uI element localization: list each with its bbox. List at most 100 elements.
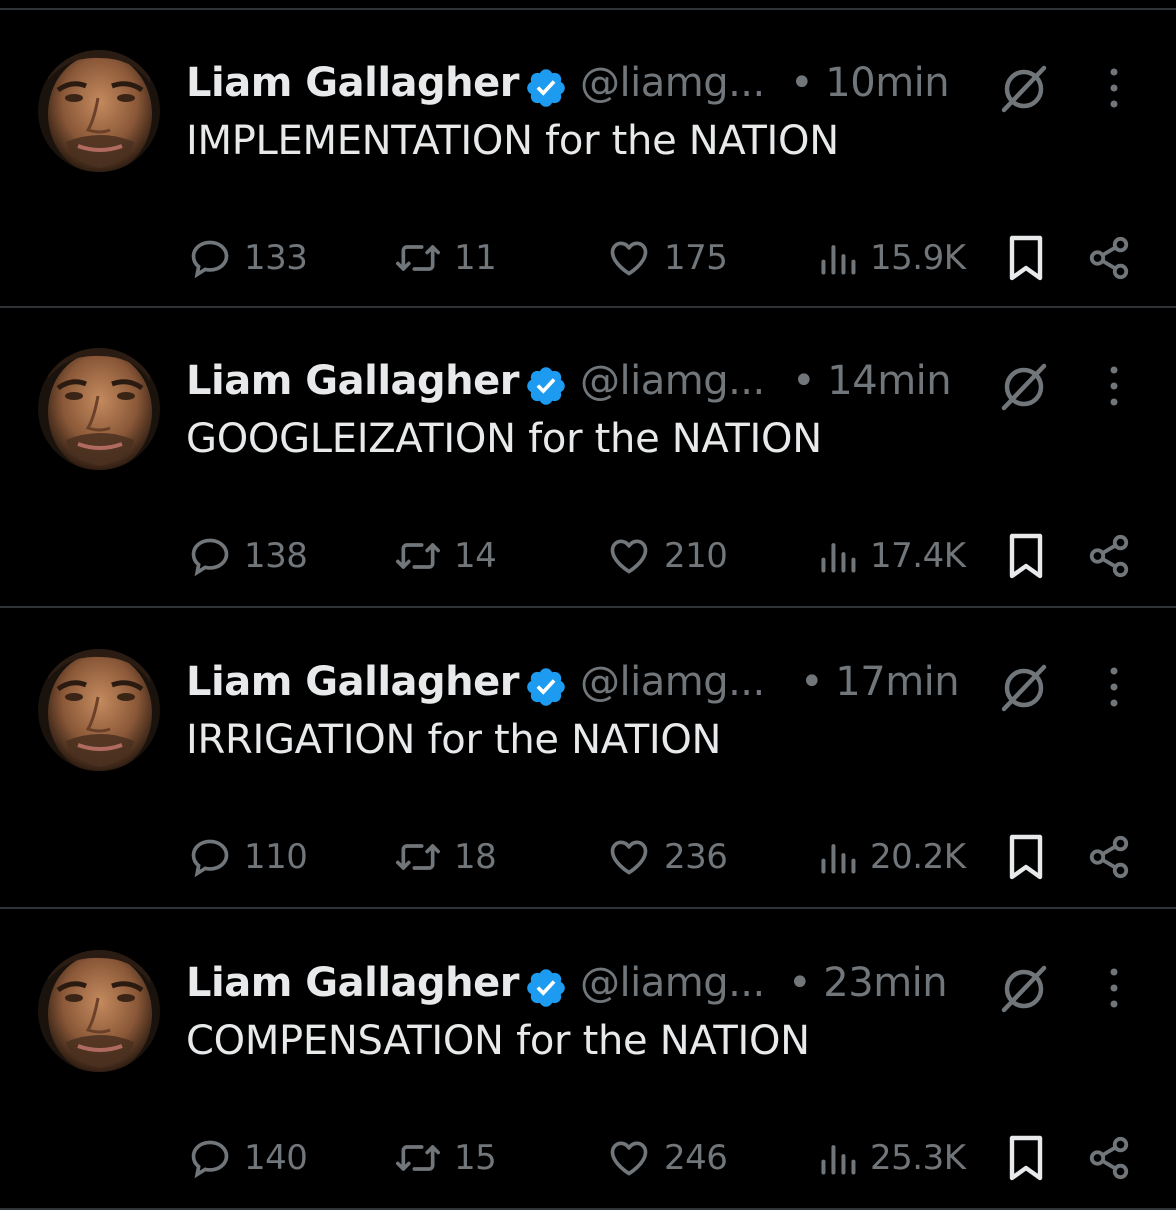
grok-icon[interactable] (998, 360, 1050, 412)
avatar[interactable] (38, 50, 160, 172)
avatar[interactable] (38, 649, 160, 771)
author-name[interactable]: Liam Gallagher (186, 358, 520, 404)
retweet-count: 18 (454, 837, 497, 877)
like-button[interactable]: 236 (606, 827, 728, 887)
tweet-text: GOOGLEIZATION for the NATION (186, 416, 822, 462)
reply-icon (191, 1140, 229, 1179)
more-icon[interactable] (1100, 960, 1128, 1016)
views-icon (821, 245, 856, 275)
reply-count: 138 (244, 536, 308, 576)
like-count: 246 (664, 1138, 728, 1178)
author-handle[interactable]: @liamg... (580, 60, 765, 106)
like-icon (610, 840, 648, 875)
tweet-actions: 140 15 246 25.3K (0, 1128, 1176, 1188)
tweet-header: Liam Gallagher @liamg... • 17min (186, 655, 1176, 713)
views-count: 25.3K (870, 1138, 966, 1178)
author-name[interactable]: Liam Gallagher (186, 960, 520, 1006)
grok-icon[interactable] (998, 661, 1050, 713)
views-icon (821, 543, 856, 573)
tweet-actions: 133 11 175 15.9K (0, 228, 1176, 288)
bookmark-icon[interactable] (1004, 833, 1048, 881)
reply-icon (191, 839, 229, 878)
views-icon (821, 1145, 856, 1175)
tweet[interactable]: Liam Gallagher @liamg... • 14min GOOGLEI… (0, 308, 1176, 608)
reply-icon (191, 538, 229, 577)
views-icon (821, 844, 856, 874)
timestamp[interactable]: • 17min (800, 659, 960, 705)
tweet-header: Liam Gallagher @liamg... • 14min (186, 354, 1176, 412)
reply-count: 110 (244, 837, 308, 877)
views-button[interactable]: 25.3K (818, 1128, 966, 1188)
share-icon[interactable] (1086, 532, 1132, 580)
timestamp[interactable]: • 14min (792, 358, 952, 404)
author-name[interactable]: Liam Gallagher (186, 659, 520, 705)
grok-icon[interactable] (998, 962, 1050, 1014)
retweet-button[interactable]: 15 (394, 1128, 497, 1188)
retweet-icon (396, 1145, 440, 1171)
views-count: 20.2K (870, 837, 966, 877)
tweet[interactable]: Liam Gallagher @liamg... • 23min COMPENS… (0, 910, 1176, 1210)
verified-badge-icon[interactable] (524, 665, 568, 709)
more-icon[interactable] (1100, 358, 1128, 414)
tweet-text: IMPLEMENTATION for the NATION (186, 118, 839, 164)
author-handle[interactable]: @liamg... (580, 358, 765, 404)
reply-button[interactable]: 140 (188, 1128, 308, 1188)
avatar[interactable] (38, 950, 160, 1072)
like-button[interactable]: 210 (606, 526, 728, 586)
grok-icon[interactable] (998, 62, 1050, 114)
retweet-count: 15 (454, 1138, 497, 1178)
verified-badge-icon[interactable] (524, 364, 568, 408)
tweet-text: IRRIGATION for the NATION (186, 717, 722, 763)
tweet-text: COMPENSATION for the NATION (186, 1018, 810, 1064)
tweet[interactable]: Liam Gallagher @liamg... • 17min IRRIGAT… (0, 609, 1176, 909)
verified-badge-icon[interactable] (524, 66, 568, 110)
reply-icon (191, 240, 229, 279)
reply-count: 133 (244, 238, 308, 278)
retweet-icon (396, 543, 440, 569)
views-button[interactable]: 17.4K (818, 526, 966, 586)
share-icon[interactable] (1086, 1134, 1132, 1182)
views-count: 15.9K (870, 238, 966, 278)
views-button[interactable]: 20.2K (818, 827, 966, 887)
more-icon[interactable] (1100, 659, 1128, 715)
views-count: 17.4K (870, 536, 966, 576)
retweet-count: 14 (454, 536, 497, 576)
bookmark-icon[interactable] (1004, 532, 1048, 580)
reply-button[interactable]: 138 (188, 526, 308, 586)
timestamp[interactable]: • 10min (790, 60, 950, 106)
like-count: 210 (664, 536, 728, 576)
bookmark-icon[interactable] (1004, 1134, 1048, 1182)
more-icon[interactable] (1100, 60, 1128, 116)
author-handle[interactable]: @liamg... (580, 659, 765, 705)
retweet-button[interactable]: 18 (394, 827, 497, 887)
like-button[interactable]: 175 (606, 228, 728, 288)
retweet-icon (396, 245, 440, 271)
like-icon (610, 539, 648, 574)
tweet-actions: 110 18 236 20.2K (0, 827, 1176, 887)
views-button[interactable]: 15.9K (818, 228, 966, 288)
tweet-header: Liam Gallagher @liamg... • 23min (186, 956, 1176, 1014)
like-icon (610, 1141, 648, 1176)
retweet-button[interactable]: 14 (394, 526, 497, 586)
like-count: 236 (664, 837, 728, 877)
share-icon[interactable] (1086, 833, 1132, 881)
retweet-icon (396, 844, 440, 870)
bookmark-icon[interactable] (1004, 234, 1048, 282)
share-icon[interactable] (1086, 234, 1132, 282)
like-icon (610, 241, 648, 276)
timestamp[interactable]: • 23min (788, 960, 948, 1006)
author-name[interactable]: Liam Gallagher (186, 60, 520, 106)
reply-button[interactable]: 133 (188, 228, 308, 288)
tweet[interactable]: Liam Gallagher @liamg... • 10min IMPLEME… (0, 8, 1176, 308)
tweet-actions: 138 14 210 17.4K (0, 526, 1176, 586)
reply-button[interactable]: 110 (188, 827, 308, 887)
retweet-button[interactable]: 11 (394, 228, 497, 288)
like-button[interactable]: 246 (606, 1128, 728, 1188)
avatar[interactable] (38, 348, 160, 470)
reply-count: 140 (244, 1138, 308, 1178)
like-count: 175 (664, 238, 728, 278)
author-handle[interactable]: @liamg... (580, 960, 765, 1006)
tweet-header: Liam Gallagher @liamg... • 10min (186, 56, 1176, 114)
retweet-count: 11 (454, 238, 497, 278)
verified-badge-icon[interactable] (524, 966, 568, 1010)
